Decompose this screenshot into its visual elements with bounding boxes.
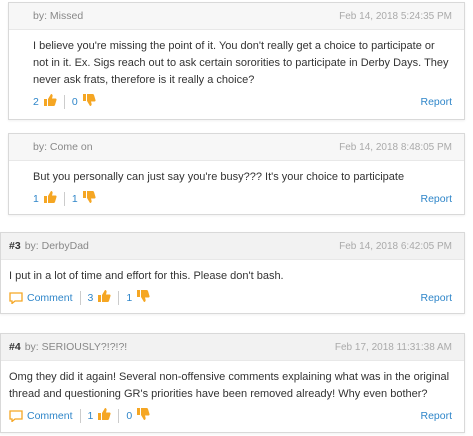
comment-card: #3 by: DerbyDad Feb 14, 2018 6:42:05 PM I… [0,232,465,314]
comment-header: #3 by: DerbyDad Feb 14, 2018 6:42:05 PM [1,233,464,260]
vote-bar: 2 0 [33,93,96,110]
comment-label: Comment [27,409,73,422]
comment-header: by: Come on Feb 14, 2018 8:48:05 PM [9,134,464,161]
speech-bubble-icon [9,291,23,304]
comment-number: #4 [9,341,21,353]
comment-author: by: SERIOUSLY?!?!?! [24,341,128,353]
comment-text: I put in a lot of time and effort for th… [9,270,284,282]
downvote-count: 1 [126,291,133,304]
comment-date: Feb 14, 2018 8:48:05 PM [339,141,452,153]
upvote-count: 2 [33,95,39,108]
downvote-count: 1 [71,192,78,205]
comment-footer: 2 0 Report [9,89,464,118]
comment-button[interactable]: Comment [9,292,73,304]
comment-date: Feb 14, 2018 6:42:05 PM [339,240,452,252]
thumbs-up-icon[interactable] [43,93,57,110]
thumbs-down-icon[interactable] [82,93,96,110]
comment-date: Feb 14, 2018 5:24:35 PM [339,10,452,22]
thumbs-up-icon[interactable] [43,190,57,207]
thumbs-down-icon[interactable] [136,289,150,306]
vote-bar: Comment 1 0 [9,407,150,424]
comment-footer: Comment 3 1 Report [1,285,464,314]
vote-bar: 1 1 [33,190,96,207]
upvote-count: 3 [87,291,94,304]
report-link[interactable]: Report [420,292,452,304]
speech-bubble-icon [9,409,23,422]
thumbs-up-icon[interactable] [97,407,111,424]
comment-number: #3 [9,240,21,252]
downvote-count: 0 [71,95,78,108]
comment-header: by: Missed Feb 14, 2018 5:24:35 PM [9,3,464,30]
comment-card: #4 by: SERIOUSLY?!?!?! Feb 17, 2018 11:31… [0,333,465,433]
thumbs-up-icon[interactable] [97,289,111,306]
separator [118,290,120,305]
thumbs-down-icon[interactable] [82,190,96,207]
report-link[interactable]: Report [420,193,452,205]
report-link[interactable]: Report [420,96,452,108]
comment-footer: 1 1 Report [9,186,464,215]
comment-button[interactable]: Comment [9,410,73,422]
reply-card: by: Come on Feb 14, 2018 8:48:05 PM But … [8,133,465,215]
separator [63,94,65,109]
downvote-count: 0 [126,409,133,422]
comment-label: Comment [27,291,73,304]
comment-text: But you personally can just say you're b… [33,171,405,183]
comment-text: I believe you're missing the point of it… [33,40,449,86]
separator [79,290,81,305]
report-link[interactable]: Report [420,410,452,422]
thumbs-down-icon[interactable] [136,407,150,424]
upvote-count: 1 [33,192,39,205]
comment-footer: Comment 1 0 Report [1,403,464,432]
separator [63,191,65,206]
comment-header: #4 by: SERIOUSLY?!?!?! Feb 17, 2018 11:31… [1,334,464,361]
separator [118,408,120,423]
vote-bar: Comment 3 1 [9,289,150,306]
comment-text: Omg they did it again! Several non-offen… [9,371,450,400]
separator [79,408,81,423]
reply-card: by: Missed Feb 14, 2018 5:24:35 PM I bel… [8,2,465,120]
upvote-count: 1 [87,409,94,422]
comment-author: by: Missed [33,10,84,22]
comment-author: by: Come on [33,141,93,153]
comment-author: by: DerbyDad [24,240,89,252]
comment-date: Feb 17, 2018 11:31:38 AM [334,341,452,353]
